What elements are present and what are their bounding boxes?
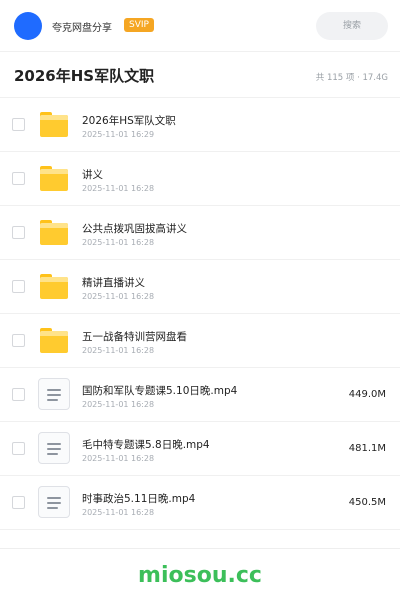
folder-icon (40, 112, 68, 137)
file-date: 2025-11-01 16:29 (82, 130, 155, 139)
folder-summary: 共 115 项 · 17.4G (315, 73, 388, 83)
file-date: 2025-11-01 16:28 (82, 454, 155, 463)
file-row[interactable]: 国防和军队专题课5.10日晚.mp4 2025-11-01 16:28 449.… (0, 368, 400, 422)
row-checkbox[interactable] (12, 334, 25, 347)
file-row[interactable]: 五一战备特训营网盘看 2025-11-01 16:28 (0, 314, 400, 368)
folder-icon (40, 166, 68, 191)
file-date: 2025-11-01 16:28 (82, 400, 155, 409)
watermark: miosou.cc (138, 563, 262, 588)
file-size: 481.1M (348, 443, 386, 454)
footer: miosou.cc (0, 548, 400, 600)
file-name: 五一战备特训营网盘看 (82, 331, 187, 343)
row-checkbox[interactable] (12, 496, 25, 509)
folder-icon (40, 328, 68, 353)
file-date: 2025-11-01 16:28 (82, 238, 155, 247)
file-date: 2025-11-01 16:28 (82, 292, 155, 301)
file-row[interactable]: 讲义 2025-11-01 16:28 (0, 152, 400, 206)
file-name: 国防和军队专题课5.10日晚.mp4 (82, 385, 238, 397)
file-name: 讲义 (82, 169, 103, 181)
row-checkbox[interactable] (12, 442, 25, 455)
folder-icon (40, 220, 68, 245)
file-date: 2025-11-01 16:28 (82, 346, 155, 355)
folder-header: 2026年HS军队文职 共 115 项 · 17.4G (0, 52, 400, 98)
video-file-icon (38, 378, 70, 410)
row-checkbox[interactable] (12, 226, 25, 239)
row-checkbox[interactable] (12, 388, 25, 401)
avatar[interactable] (14, 12, 42, 40)
file-row[interactable]: 毛中特专题课5.8日晚.mp4 2025-11-01 16:28 481.1M (0, 422, 400, 476)
video-file-icon (38, 432, 70, 464)
file-name: 精讲直播讲义 (82, 277, 145, 289)
file-size: 449.0M (348, 389, 386, 400)
file-row[interactable]: 公共点拨巩固拔高讲义 2025-11-01 16:28 (0, 206, 400, 260)
file-name: 2026年HS军队文职 (82, 115, 176, 127)
file-name: 时事政治5.11日晚.mp4 (82, 493, 196, 505)
file-list: 2026年HS军队文职 2025-11-01 16:29 讲义 2025-11-… (0, 98, 400, 530)
folder-icon (40, 274, 68, 299)
video-file-icon (38, 486, 70, 518)
file-row[interactable]: 2026年HS军队文职 2025-11-01 16:29 (0, 98, 400, 152)
file-name: 公共点拨巩固拔高讲义 (82, 223, 187, 235)
row-checkbox[interactable] (12, 280, 25, 293)
user-name: 夸克网盘分享 (52, 23, 112, 34)
file-name: 毛中特专题课5.8日晚.mp4 (82, 439, 210, 451)
file-size: 450.5M (348, 497, 386, 508)
file-date: 2025-11-01 16:28 (82, 508, 155, 517)
row-checkbox[interactable] (12, 118, 25, 131)
file-row[interactable]: 精讲直播讲义 2025-11-01 16:28 (0, 260, 400, 314)
vip-badge: SVIP (124, 18, 154, 32)
row-checkbox[interactable] (12, 172, 25, 185)
file-date: 2025-11-01 16:28 (82, 184, 155, 193)
file-row[interactable]: 时事政治5.11日晚.mp4 2025-11-01 16:28 450.5M (0, 476, 400, 530)
page-title: 2026年HS军队文职 (14, 67, 155, 85)
search-button[interactable]: 搜索 (316, 12, 388, 40)
top-bar: 夸克网盘分享 SVIP 搜索 (0, 0, 400, 52)
